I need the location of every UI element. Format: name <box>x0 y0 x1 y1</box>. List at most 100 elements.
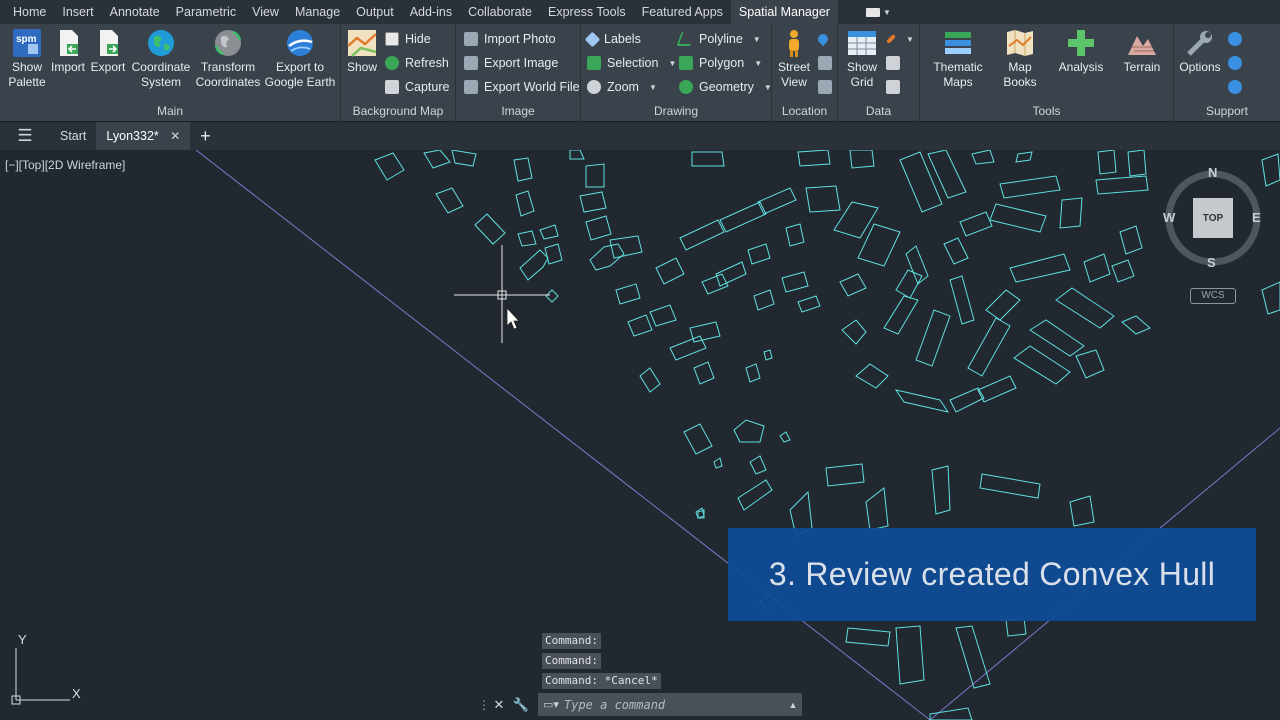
wrench-icon[interactable]: 🔧 <box>510 697 532 713</box>
panel-drawing-label: Drawing <box>653 104 698 118</box>
map-books-button[interactable]: Map Books <box>1002 28 1038 90</box>
command-input[interactable] <box>564 697 784 712</box>
tab-active-drawing[interactable]: Lyon332* ✕ <box>96 122 191 150</box>
export-button[interactable]: Export <box>90 28 126 75</box>
compass-west[interactable]: W <box>1163 210 1175 225</box>
menu-tab-addins[interactable]: Add-ins <box>402 0 460 24</box>
drag-grip-icon[interactable]: ⋮ <box>478 698 490 712</box>
compass-south[interactable]: S <box>1207 255 1216 270</box>
location-pin-button[interactable] <box>815 29 831 49</box>
show-map-button[interactable]: Show <box>345 28 379 75</box>
thematic-maps-button[interactable]: Thematic Maps <box>930 28 986 90</box>
building <box>931 465 951 515</box>
menu-tab-home[interactable]: Home <box>0 0 54 24</box>
command-prompt-icon[interactable]: ▭▾ <box>538 698 564 711</box>
viewcube-top-face[interactable]: TOP <box>1193 198 1233 238</box>
analysis-button[interactable]: Analysis <box>1056 28 1106 75</box>
table-button[interactable] <box>886 53 900 73</box>
help-button[interactable] <box>1228 29 1242 49</box>
menu-tab-annotate[interactable]: Annotate <box>102 0 168 24</box>
polygon-button[interactable]: Polygon ▼ <box>679 53 762 73</box>
terrain-button[interactable]: Terrain <box>1120 28 1164 75</box>
compass-east[interactable]: E <box>1252 210 1261 225</box>
hamburger-menu-icon[interactable]: ☰ <box>0 122 50 150</box>
building <box>955 625 991 689</box>
polygon-label: Polygon <box>699 56 745 70</box>
close-icon[interactable]: ✕ <box>170 129 180 143</box>
ribbon-display-toggle[interactable]: ▼ <box>866 4 902 20</box>
command-line[interactable]: ▭▾ ▲ <box>538 693 802 716</box>
edit-data-button[interactable]: ▼ <box>886 29 914 49</box>
chevron-down-icon: ▼ <box>883 7 891 17</box>
export-image-button[interactable]: Export Image <box>464 53 558 73</box>
menu-tab-spatial-manager[interactable]: Spatial Manager <box>730 0 838 24</box>
chevron-up-icon[interactable]: ▲ <box>784 700 802 710</box>
import-photo-button[interactable]: Import Photo <box>464 29 556 49</box>
menu-tab-view[interactable]: View <box>244 0 287 24</box>
polyline-icon <box>676 32 696 46</box>
update-button[interactable] <box>1228 53 1242 73</box>
menu-bar: Home Insert Annotate Parametric View Man… <box>0 0 1280 24</box>
geometry-button[interactable]: Geometry ▼ <box>679 77 772 97</box>
show-grid-button[interactable]: Show Grid <box>842 28 882 90</box>
panel-tools-label: Tools <box>1032 104 1061 118</box>
refresh-button[interactable]: Refresh <box>385 53 449 73</box>
building <box>693 361 715 385</box>
hide-icon <box>385 32 399 46</box>
hide-button[interactable]: Hide <box>385 29 431 49</box>
menu-tab-manage[interactable]: Manage <box>287 0 348 24</box>
building <box>1111 259 1135 283</box>
menu-tab-featured-apps[interactable]: Featured Apps <box>634 0 731 24</box>
compass-north[interactable]: N <box>1208 165 1217 180</box>
locate-button[interactable] <box>818 53 832 73</box>
transform-coordinates-button[interactable]: Transform Coordinates <box>196 28 260 90</box>
new-tab-plus-icon[interactable]: + <box>190 122 220 150</box>
capture-button[interactable]: Capture <box>385 77 449 97</box>
export-world-file-button[interactable]: Export World File <box>464 77 580 97</box>
building <box>895 625 925 685</box>
spm-palette-icon: spm <box>12 28 42 58</box>
menu-tab-output[interactable]: Output <box>348 0 402 24</box>
show-palette-button[interactable]: spm Show Palette <box>6 28 48 90</box>
world-file-icon <box>464 80 478 94</box>
wcs-menu[interactable]: WCS <box>1190 288 1236 304</box>
analysis-label: Analysis <box>1058 60 1104 74</box>
options-button[interactable]: Options <box>1178 28 1222 75</box>
info-button[interactable] <box>1228 77 1242 97</box>
chevron-down-icon: ▼ <box>752 34 761 44</box>
menu-tab-collaborate[interactable]: Collaborate <box>460 0 540 24</box>
zoom-button[interactable]: Zoom ▼ <box>587 77 657 97</box>
building <box>929 707 973 720</box>
tab-start[interactable]: Start <box>50 122 96 150</box>
tab-active-drawing-label: Lyon332* <box>106 129 159 143</box>
labels-button[interactable]: Labels <box>584 29 641 49</box>
street-view-button[interactable]: Street View <box>774 28 814 90</box>
geolocate-button[interactable] <box>818 77 832 97</box>
building <box>585 163 605 188</box>
data-link-button[interactable] <box>886 77 900 97</box>
building <box>905 245 929 285</box>
table-icon <box>886 56 900 70</box>
viewcube[interactable]: N W E S TOP WCS <box>1160 160 1270 310</box>
selection-button[interactable]: Selection ▼ <box>587 53 676 73</box>
building <box>451 150 477 167</box>
polyline-button[interactable]: Polyline ▼ <box>676 29 761 49</box>
menu-tab-insert[interactable]: Insert <box>54 0 101 24</box>
street-view-label: Street View <box>777 60 810 89</box>
export-image-label: Export Image <box>484 56 559 70</box>
polygon-icon <box>679 56 693 70</box>
building <box>585 215 612 241</box>
building <box>763 349 773 361</box>
import-button[interactable]: Import <box>50 28 86 75</box>
coordinate-system-button[interactable]: Coordinate System <box>130 28 192 90</box>
building <box>513 157 533 182</box>
drawing-canvas[interactable]: [−][Top][2D Wireframe] <box>0 150 1280 720</box>
close-icon[interactable]: ✕ <box>488 697 510 713</box>
thematic-maps-icon <box>943 28 973 58</box>
building <box>1119 225 1143 255</box>
import-icon <box>53 28 83 58</box>
menu-tab-express-tools[interactable]: Express Tools <box>540 0 634 24</box>
export-google-earth-button[interactable]: Export to Google Earth <box>264 28 336 90</box>
menu-tab-parametric[interactable]: Parametric <box>168 0 244 24</box>
building <box>1095 175 1149 195</box>
